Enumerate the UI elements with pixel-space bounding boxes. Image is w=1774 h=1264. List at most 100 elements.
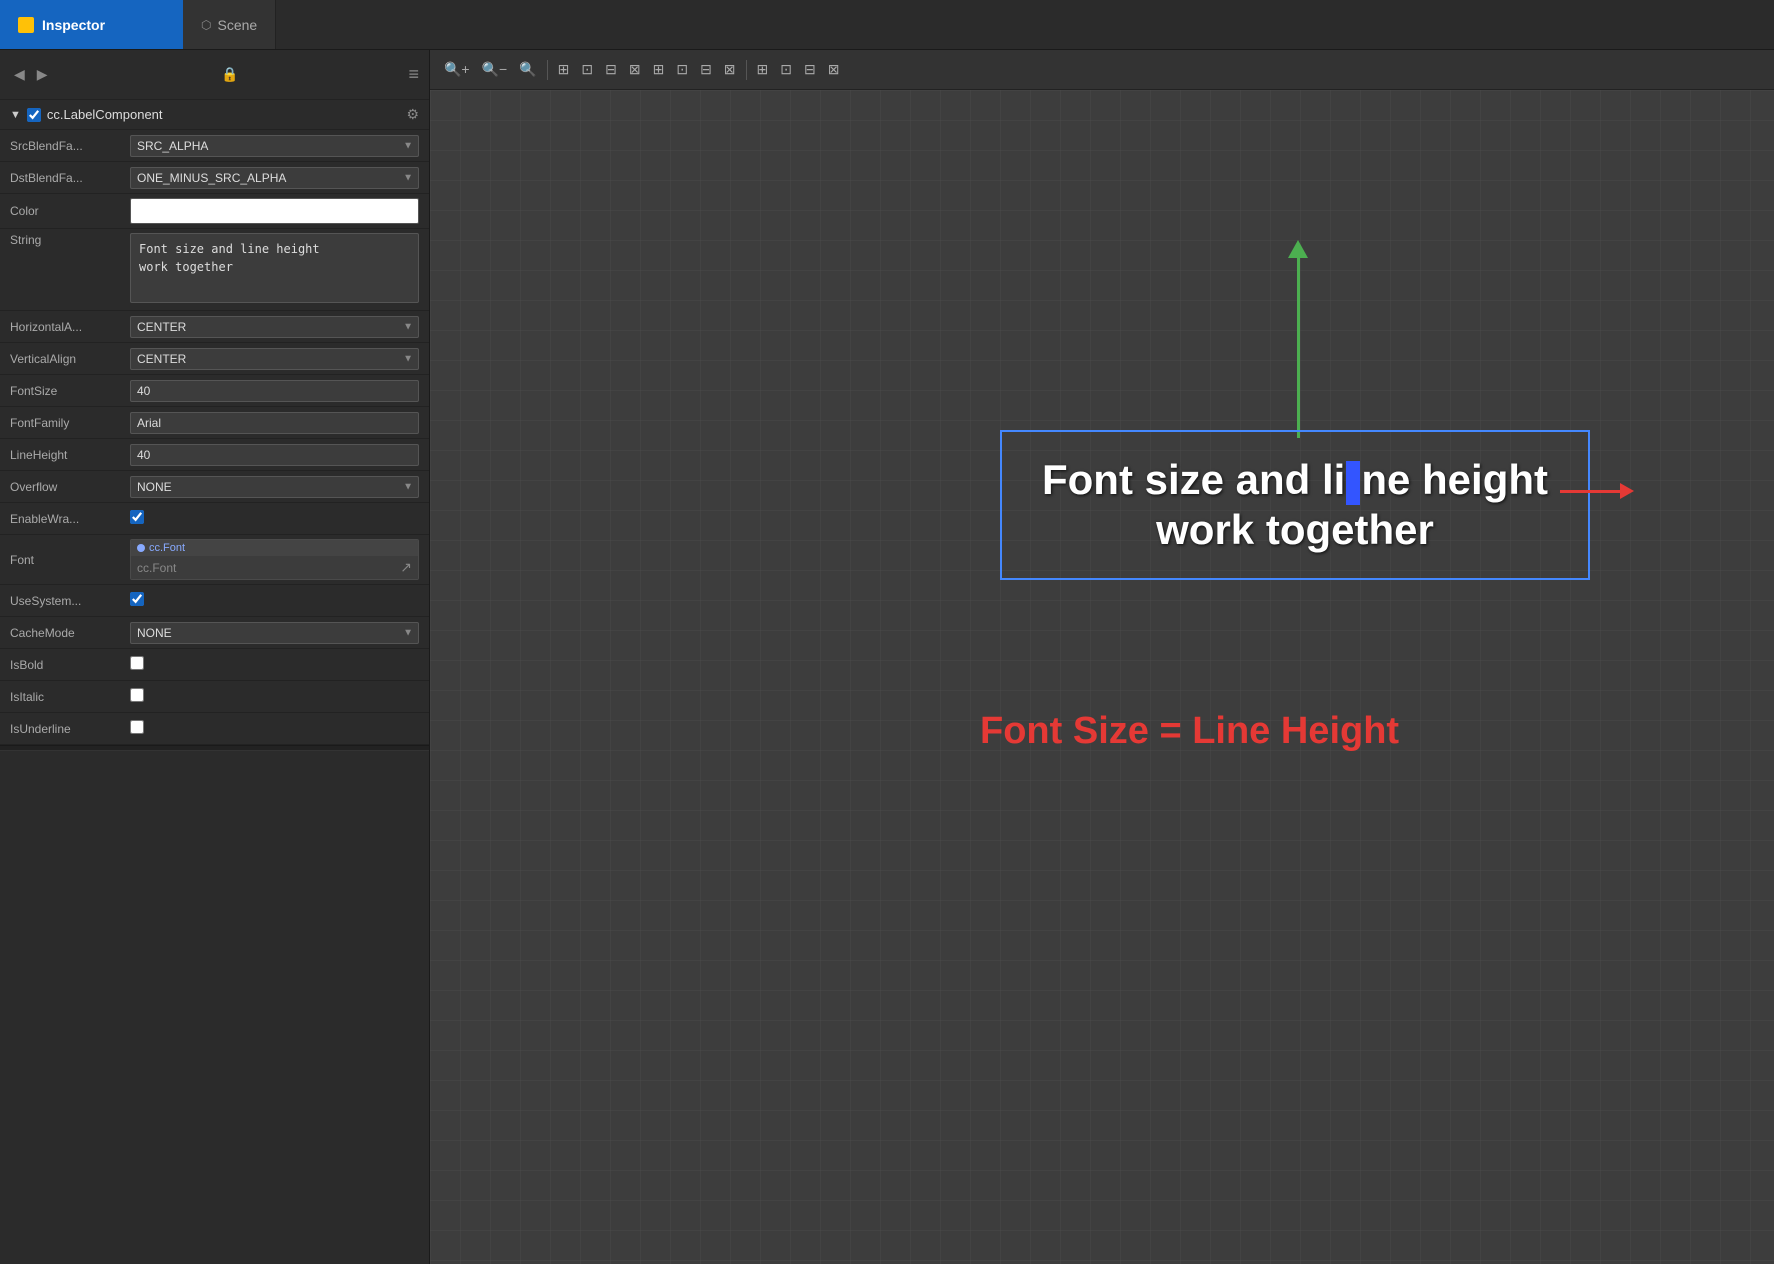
y-axis-arrow [1288,240,1308,438]
font-field-tag: cc.Font [131,540,418,556]
scene-tab[interactable]: ⬡ Scene [183,0,276,49]
overflow-select-wrapper: NONE [130,476,419,498]
nav-next-button[interactable]: ▶ [33,64,52,85]
text-cursor [1346,461,1360,505]
scene-label-box[interactable]: Font size and line heightwork together [1000,430,1590,580]
font-size-input[interactable] [130,380,419,402]
src-blend-select[interactable]: SRC_ALPHA [130,135,419,157]
color-label: Color [10,204,130,218]
font-field-value-row: cc.Font ↗ [131,556,418,579]
tool-6[interactable]: ⊡ [672,59,692,80]
font-size-label: FontSize [10,384,130,398]
horizontal-align-value: CENTER [130,316,419,338]
cache-mode-label: CacheMode [10,626,130,640]
overflow-select[interactable]: NONE [130,476,419,498]
inspector-tab[interactable]: Inspector [0,0,183,49]
line-height-input[interactable] [130,444,419,466]
top-bar: Inspector ⬡ Scene [0,0,1774,50]
cache-mode-select[interactable]: NONE [130,622,419,644]
component-collapse-arrow[interactable]: ▼ [10,109,21,121]
string-row: String Font size and line height work to… [0,229,429,311]
main-layout: ◀ ▶ 🔒 ≡ ▼ cc.LabelComponent ⚙ SrcBlendFa… [0,50,1774,1264]
string-label: String [10,233,130,247]
lock-button[interactable]: 🔒 [221,66,238,83]
tool-9[interactable]: ⊞ [753,59,773,80]
x-axis-line [1560,490,1620,493]
is-italic-row: IsItalic [0,681,429,713]
use-system-font-label: UseSystem... [10,594,130,608]
zoom-fit-button[interactable]: 🔍 [515,59,540,80]
tool-7[interactable]: ⊟ [696,59,716,80]
is-underline-value [130,720,419,737]
font-size-row: FontSize [0,375,429,407]
tool-12[interactable]: ⊠ [824,59,844,80]
inspector-panel-header: ◀ ▶ 🔒 ≡ [0,50,429,100]
x-axis-arrowhead [1620,483,1634,499]
font-field-value-text: cc.Font [137,561,400,575]
is-underline-checkbox[interactable] [130,720,144,734]
y-axis-line [1297,258,1300,438]
inspector-panel: ◀ ▶ 🔒 ≡ ▼ cc.LabelComponent ⚙ SrcBlendFa… [0,50,430,1264]
vertical-align-row: VerticalAlign CENTER [0,343,429,375]
component-enabled-checkbox[interactable] [27,108,41,122]
is-bold-checkbox[interactable] [130,656,144,670]
dst-blend-label: DstBlendFa... [10,171,130,185]
is-italic-value [130,688,419,705]
inspector-tab-label: Inspector [42,17,105,33]
tool-4[interactable]: ⊠ [625,59,645,80]
is-bold-row: IsBold [0,649,429,681]
component-gear-icon[interactable]: ⚙ [406,106,419,123]
font-family-input[interactable] [130,412,419,434]
line-height-value [130,444,419,466]
nav-prev-button[interactable]: ◀ [10,64,29,85]
string-textarea[interactable]: Font size and line height work together [130,233,419,303]
line-height-label: LineHeight [10,448,130,462]
scene-tab-icon: ⬡ [201,18,211,32]
dst-blend-value: ONE_MINUS_SRC_ALPHA [130,167,419,189]
horizontal-align-select[interactable]: CENTER [130,316,419,338]
font-size-value [130,380,419,402]
enable-wrap-value [130,510,419,527]
tool-10[interactable]: ⊡ [776,59,796,80]
src-blend-row: SrcBlendFa... SRC_ALPHA [0,130,429,162]
component-name-label: cc.LabelComponent [47,107,401,122]
tool-11[interactable]: ⊟ [800,59,820,80]
font-select-button[interactable]: ↗ [400,559,412,576]
use-system-font-checkbox[interactable] [130,592,144,606]
overflow-row: Overflow NONE [0,471,429,503]
scene-viewport[interactable]: Font size and line heightwork together F… [430,90,1774,1264]
horizontal-align-row: HorizontalA... CENTER [0,311,429,343]
font-field-tag-text: cc.Font [149,542,185,554]
dst-blend-select[interactable]: ONE_MINUS_SRC_ALPHA [130,167,419,189]
dst-blend-row: DstBlendFa... ONE_MINUS_SRC_ALPHA [0,162,429,194]
font-field: cc.Font cc.Font ↗ [130,539,419,580]
use-system-font-value [130,592,419,609]
zoom-in-button[interactable]: 🔍+ [440,59,474,80]
overflow-value: NONE [130,476,419,498]
vertical-align-select-wrapper: CENTER [130,348,419,370]
scene-panel: 🔍+ 🔍− 🔍 ⊞ ⊡ ⊟ ⊠ ⊞ ⊡ ⊟ ⊠ ⊞ ⊡ ⊟ ⊠ [430,50,1774,1264]
font-family-label: FontFamily [10,416,130,430]
horizontal-align-select-wrapper: CENTER [130,316,419,338]
inspector-menu-button[interactable]: ≡ [408,64,419,85]
tool-1[interactable]: ⊞ [554,59,574,80]
tool-2[interactable]: ⊡ [577,59,597,80]
horizontal-align-label: HorizontalA... [10,320,130,334]
vertical-align-select[interactable]: CENTER [130,348,419,370]
tool-5[interactable]: ⊞ [649,59,669,80]
color-picker[interactable] [130,198,419,224]
overflow-label: Overflow [10,480,130,494]
component-header: ▼ cc.LabelComponent ⚙ [0,100,429,130]
line-height-row: LineHeight [0,439,429,471]
zoom-out-button[interactable]: 🔍− [478,59,512,80]
x-axis-arrow [1560,483,1634,499]
enable-wrap-checkbox[interactable] [130,510,144,524]
is-italic-checkbox[interactable] [130,688,144,702]
is-italic-label: IsItalic [10,690,130,704]
y-axis-arrowhead [1288,240,1308,258]
tool-8[interactable]: ⊠ [720,59,740,80]
tool-3[interactable]: ⊟ [601,59,621,80]
toolbar-separator-2 [746,60,747,80]
dst-blend-select-wrapper: ONE_MINUS_SRC_ALPHA [130,167,419,189]
section-divider [0,745,429,751]
